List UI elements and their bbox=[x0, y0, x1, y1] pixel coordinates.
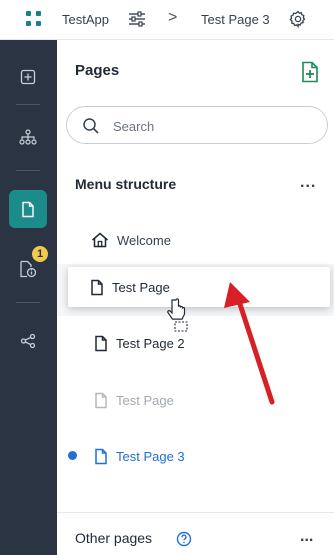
other-pages-title: Other pages bbox=[75, 530, 153, 546]
tree-item-test-page-2[interactable]: Test Page 2 bbox=[94, 328, 185, 358]
menu-structure-more-button[interactable]: ... bbox=[300, 174, 316, 192]
top-bar: TestApp > Test Page 3 bbox=[0, 0, 334, 40]
notification-badge: 1 bbox=[30, 244, 50, 264]
add-box-icon bbox=[20, 69, 36, 85]
hierarchy-icon bbox=[19, 129, 37, 145]
rail-pages-button[interactable] bbox=[9, 190, 47, 228]
tree-item-test-page-3[interactable]: Test Page 3 bbox=[94, 441, 185, 471]
page-icon bbox=[95, 392, 107, 408]
new-page-icon[interactable] bbox=[300, 61, 320, 83]
rail-divider bbox=[16, 170, 40, 171]
app-settings-sliders-icon[interactable] bbox=[127, 9, 147, 29]
rail-share-button[interactable] bbox=[9, 322, 47, 360]
help-icon[interactable] bbox=[176, 531, 192, 547]
annotation-arrow-icon bbox=[224, 282, 275, 405]
tree-item-test-page-dragging[interactable]: Test Page bbox=[90, 272, 170, 302]
menu-structure-title: Menu structure bbox=[75, 176, 177, 192]
breadcrumb-app[interactable]: TestApp bbox=[62, 12, 109, 27]
search-input[interactable] bbox=[113, 116, 313, 136]
tree-item-label: Test Page 3 bbox=[116, 448, 185, 464]
page-icon bbox=[22, 201, 34, 217]
tree-item-test-page-ghost: Test Page bbox=[94, 385, 174, 415]
panel-title: Pages bbox=[75, 62, 120, 79]
page-icon bbox=[95, 335, 107, 351]
page-icon bbox=[91, 279, 103, 295]
tree-item-label: Test Page 2 bbox=[116, 335, 185, 351]
rail-divider bbox=[16, 104, 40, 105]
current-page-indicator bbox=[68, 451, 77, 460]
left-rail bbox=[0, 40, 57, 555]
tree-item-label: Welcome bbox=[117, 232, 171, 248]
drag-hand-cursor-icon bbox=[167, 298, 188, 332]
tree-item-label: Test Page bbox=[116, 392, 174, 408]
page-icon bbox=[95, 448, 107, 464]
home-icon bbox=[92, 232, 108, 248]
section-divider bbox=[57, 512, 334, 513]
search-icon bbox=[83, 118, 99, 134]
search-box[interactable] bbox=[66, 106, 328, 144]
apps-grid-icon[interactable] bbox=[25, 10, 45, 30]
gear-icon[interactable] bbox=[288, 9, 308, 29]
rail-structure-button[interactable] bbox=[9, 118, 47, 156]
share-icon bbox=[20, 333, 36, 349]
rail-divider bbox=[16, 302, 40, 303]
tree-item-label: Test Page bbox=[112, 279, 170, 295]
breadcrumb-separator: > bbox=[168, 9, 178, 26]
rail-add-button[interactable] bbox=[9, 58, 47, 96]
other-pages-more-button[interactable]: ... bbox=[300, 528, 313, 546]
breadcrumb-current-page[interactable]: Test Page 3 bbox=[201, 12, 270, 27]
tree-item-welcome[interactable]: Welcome bbox=[91, 225, 171, 255]
